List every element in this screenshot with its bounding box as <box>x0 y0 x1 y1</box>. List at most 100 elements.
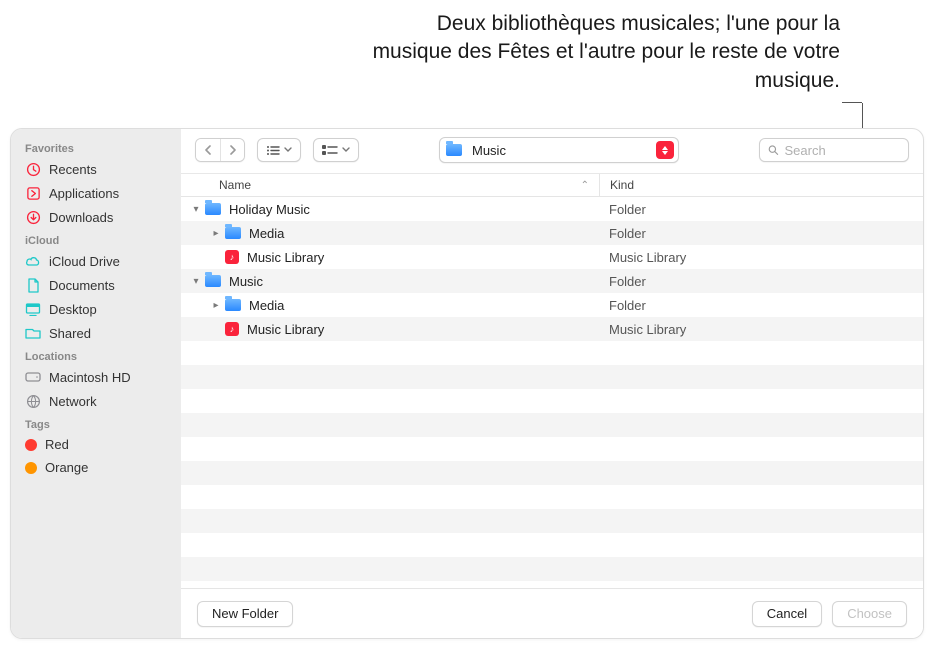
file-name: Holiday Music <box>229 202 310 217</box>
empty-row <box>181 413 923 437</box>
column-header-name[interactable]: Name ⌃ <box>219 178 599 192</box>
sidebar-item-label: Network <box>49 394 97 409</box>
group-mode-button[interactable] <box>313 138 359 162</box>
sort-indicator-icon: ⌃ <box>581 180 589 191</box>
tag-dot-icon <box>25 462 37 474</box>
tag-dot-icon <box>25 439 37 451</box>
file-kind: Music Library <box>599 322 923 337</box>
search-field[interactable] <box>759 138 909 162</box>
cloud-icon <box>25 253 41 269</box>
column-header-kind[interactable]: Kind <box>599 174 923 196</box>
sidebar-item-recents[interactable]: Recents <box>11 157 181 181</box>
folder-icon <box>225 299 241 311</box>
folder-icon <box>205 275 221 287</box>
sidebar-item-documents[interactable]: Documents <box>11 273 181 297</box>
sidebar-item-network[interactable]: Network <box>11 389 181 413</box>
stepper-icon <box>656 141 674 159</box>
sidebar-section-tags: Tags <box>11 413 181 433</box>
search-icon <box>768 144 779 156</box>
sidebar-item-label: Shared <box>49 326 91 341</box>
file-name: Media <box>249 298 284 313</box>
main-pane: Music Name ⌃ Kind ▾H <box>181 129 923 638</box>
sidebar: Favorites Recents Applications Downloads <box>11 129 181 638</box>
table-row[interactable]: ▸ Media Folder <box>181 293 923 317</box>
table-row[interactable]: Music Library Music Library <box>181 245 923 269</box>
music-library-icon <box>225 250 239 264</box>
file-kind: Folder <box>599 274 923 289</box>
empty-row <box>181 485 923 509</box>
file-kind: Folder <box>599 226 923 241</box>
sidebar-item-label: Orange <box>45 460 88 475</box>
sidebar-item-downloads[interactable]: Downloads <box>11 205 181 229</box>
table-row[interactable]: ▾MusicFolder <box>181 269 923 293</box>
search-input[interactable] <box>785 143 901 158</box>
sidebar-section-locations: Locations <box>11 345 181 365</box>
file-kind: Folder <box>599 202 923 217</box>
doc-icon <box>25 277 41 293</box>
sidebar-item-label: Recents <box>49 162 97 177</box>
disclosure-triangle-icon[interactable]: ▸ <box>211 228 221 239</box>
toolbar: Music <box>181 129 923 173</box>
empty-row <box>181 557 923 581</box>
cancel-button[interactable]: Cancel <box>752 601 822 627</box>
sidebar-item-label: iCloud Drive <box>49 254 120 269</box>
folder-icon <box>225 227 241 239</box>
file-name: Music Library <box>247 250 324 265</box>
file-name: Music Library <box>247 322 324 337</box>
table-row[interactable]: ▸ Media Folder <box>181 221 923 245</box>
file-name: Media <box>249 226 284 241</box>
empty-row <box>181 389 923 413</box>
sidebar-section-icloud: iCloud <box>11 229 181 249</box>
sidebar-item-macintosh-hd[interactable]: Macintosh HD <box>11 365 181 389</box>
empty-row <box>181 461 923 485</box>
clock-icon <box>25 161 41 177</box>
empty-row <box>181 509 923 533</box>
sidebar-tag-red[interactable]: Red <box>11 433 181 456</box>
column-headers: Name ⌃ Kind <box>181 173 923 197</box>
sidebar-item-desktop[interactable]: Desktop <box>11 297 181 321</box>
file-kind: Music Library <box>599 250 923 265</box>
music-library-icon <box>225 322 239 336</box>
file-kind: Folder <box>599 298 923 313</box>
nav-back-button[interactable] <box>196 139 220 161</box>
empty-row <box>181 437 923 461</box>
sidebar-item-shared[interactable]: Shared <box>11 321 181 345</box>
sidebar-item-label: Macintosh HD <box>49 370 131 385</box>
table-row[interactable]: Music Library Music Library <box>181 317 923 341</box>
view-mode-button[interactable] <box>257 138 301 162</box>
sidebar-tag-orange[interactable]: Orange <box>11 456 181 479</box>
sidebar-item-label: Red <box>45 437 69 452</box>
sidebar-item-label: Downloads <box>49 210 113 225</box>
disclosure-triangle-icon[interactable]: ▾ <box>191 204 201 215</box>
group-icon <box>322 145 338 156</box>
apps-icon <box>25 185 41 201</box>
shared-icon <box>25 325 41 341</box>
file-list: ▾ Holiday Music Folder ▸ Media Folder Music Li… <box>181 197 923 638</box>
column-header-label: Name <box>219 178 251 192</box>
disclosure-triangle-icon[interactable]: ▸ <box>211 300 221 311</box>
sidebar-item-label: Documents <box>49 278 115 293</box>
location-selector[interactable]: Music <box>439 137 679 163</box>
nav-forward-button[interactable] <box>220 139 244 161</box>
empty-row <box>181 365 923 389</box>
downloads-icon <box>25 209 41 225</box>
sidebar-item-label: Desktop <box>49 302 97 317</box>
disclosure-triangle-icon[interactable]: ▾ <box>191 276 201 287</box>
sidebar-item-applications[interactable]: Applications <box>11 181 181 205</box>
globe-icon <box>25 393 41 409</box>
chevron-down-icon <box>284 147 292 153</box>
folder-icon <box>446 144 462 156</box>
empty-row <box>181 533 923 557</box>
folder-icon <box>205 203 221 215</box>
chevron-down-icon <box>342 147 350 153</box>
new-folder-button[interactable]: New Folder <box>197 601 293 627</box>
annotation-callout: Deux bibliothèques musicales; l'une pour… <box>370 10 840 95</box>
choose-button[interactable]: Choose <box>832 601 907 627</box>
table-row[interactable]: ▾ Holiday Music Folder <box>181 197 923 221</box>
sidebar-item-label: Applications <box>49 186 119 201</box>
sidebar-item-icloud-drive[interactable]: iCloud Drive <box>11 249 181 273</box>
dialog-footer: New Folder Cancel Choose <box>181 588 923 638</box>
location-label: Music <box>472 143 650 158</box>
desktop-icon <box>25 301 41 317</box>
sidebar-section-favorites: Favorites <box>11 137 181 157</box>
